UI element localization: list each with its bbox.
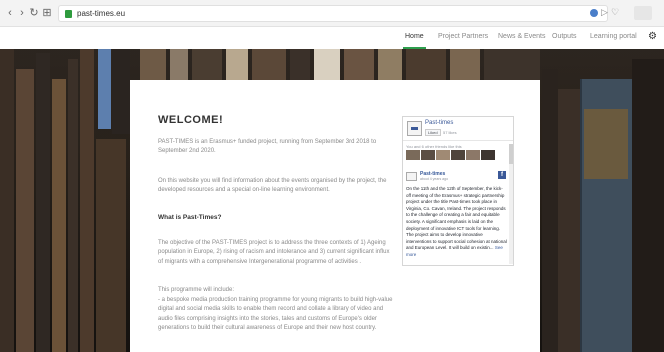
- extension-icon[interactable]: [590, 9, 598, 17]
- book-spine: [170, 49, 188, 80]
- post-body: On the 11th and the 12th of September, t…: [406, 186, 507, 251]
- facebook-widget-header: Past-times Liked 57 likes: [403, 117, 513, 141]
- content-card: WELCOME! PAST-TIMES is an Erasmus+ funde…: [130, 80, 540, 352]
- lock-icon: [65, 10, 72, 18]
- book-spine: [558, 89, 582, 352]
- widget-scrollbar-thumb[interactable]: [509, 144, 513, 164]
- post-text: On the 11th and the 12th of September, t…: [406, 186, 507, 259]
- nav-home[interactable]: Home: [405, 33, 424, 40]
- post-author-avatar[interactable]: [406, 172, 417, 181]
- facebook-logo-icon: f: [498, 171, 506, 179]
- heart-icon[interactable]: ♡: [611, 6, 619, 18]
- book-spine: [252, 49, 286, 80]
- book-spine: [98, 49, 111, 129]
- profile-icon[interactable]: [634, 6, 652, 20]
- url-text: past-times.eu: [77, 9, 126, 18]
- book-spine: [314, 49, 340, 80]
- friends-like-text: You and 6 other friends like this: [406, 144, 462, 149]
- nav-learning-portal[interactable]: Learning portal: [590, 33, 637, 40]
- settings-gear-icon[interactable]: ⚙: [648, 31, 657, 42]
- book-spine: [96, 139, 126, 352]
- nav-outputs[interactable]: Outputs: [552, 33, 577, 40]
- friend-avatar[interactable]: [436, 150, 450, 160]
- like-button[interactable]: Liked: [425, 129, 441, 136]
- book-spine: [80, 49, 94, 352]
- post-timestamp: about 4 years ago: [420, 177, 449, 181]
- nav-project-partners[interactable]: Project Partners: [438, 33, 488, 40]
- friend-avatar[interactable]: [466, 150, 480, 160]
- book-spine-label: [584, 109, 628, 179]
- friend-avatar[interactable]: [481, 150, 495, 160]
- book-spine: [16, 69, 34, 352]
- book-spine: [542, 69, 558, 352]
- forward-icon[interactable]: ›: [16, 6, 28, 20]
- address-bar[interactable]: past-times.eu: [58, 5, 608, 22]
- book-spine: [112, 49, 130, 134]
- browser-toolbar: ‹ › ↻ ⊞ past-times.eu ▷ ♡: [0, 0, 664, 27]
- book-spine: [52, 79, 66, 352]
- back-icon[interactable]: ‹: [4, 6, 16, 20]
- book-spine: [406, 49, 446, 80]
- book-spine: [632, 59, 664, 352]
- intro-text: PAST-TIMES is an Erasmus+ funded project…: [158, 139, 377, 155]
- book-spine: [290, 49, 310, 80]
- book-spine: [140, 49, 166, 80]
- objective-text: The objective of the PAST-TIMES project …: [158, 240, 390, 265]
- book-spine: [378, 49, 402, 80]
- friend-avatar[interactable]: [451, 150, 465, 160]
- info-text: On this website you will find informatio…: [158, 178, 387, 194]
- book-spine: [68, 59, 78, 352]
- play-icon[interactable]: ▷: [601, 6, 608, 18]
- programme-item: - a bespoke media production training pr…: [158, 297, 393, 331]
- book-spine: [0, 49, 14, 352]
- site-navigation: Home Project Partners News & Events Outp…: [0, 27, 664, 49]
- nav-news-events[interactable]: News & Events: [498, 33, 545, 40]
- book-spine: [450, 49, 480, 80]
- home-icon[interactable]: ⊞: [41, 6, 53, 20]
- book-spine: [192, 49, 222, 80]
- facebook-page-name[interactable]: Past-times: [425, 120, 453, 126]
- programme-intro: This programme will include:: [158, 287, 235, 293]
- facebook-widget[interactable]: Past-times Liked 57 likes You and 6 othe…: [402, 116, 514, 266]
- book-spine: [36, 53, 50, 352]
- reload-icon[interactable]: ↻: [28, 6, 40, 20]
- friend-avatar[interactable]: [406, 150, 420, 160]
- section-heading: What is Past-Times?: [158, 214, 222, 221]
- likes-count: 57 likes: [443, 130, 457, 135]
- book-spine: [226, 49, 248, 80]
- page-logo-icon[interactable]: [407, 121, 422, 136]
- book-spine: [344, 49, 374, 80]
- page-title: WELCOME!: [158, 114, 224, 126]
- book-spine: [484, 49, 540, 80]
- friend-avatar[interactable]: [421, 150, 435, 160]
